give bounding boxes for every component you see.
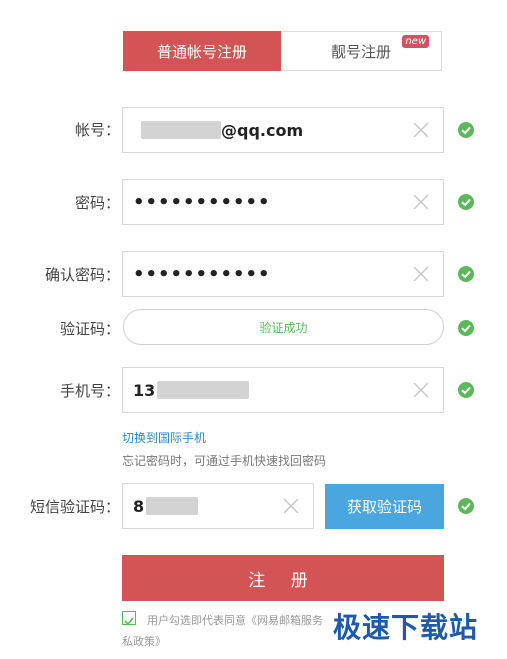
account-suffix: @qq.com [221,120,304,140]
phone-label: 手机号： [59,382,120,400]
tab-normal-account[interactable]: 普通帐号注册 [123,31,281,71]
register-button[interactable]: 注 册 [122,555,444,601]
phone-value: 13 [133,368,250,412]
watermark: 极速下载站 [333,611,479,644]
redacted-blur [157,381,250,399]
redacted-blur [141,121,221,139]
agreement-checkbox[interactable] [122,611,136,626]
account-field[interactable]: @qq.com [122,107,444,153]
sms-code-prefix: 8 [133,496,145,516]
clear-icon[interactable] [411,192,431,212]
check-icon [458,320,474,336]
clear-icon[interactable] [411,380,431,400]
password-field[interactable]: ••••••••••• [122,179,444,225]
sms-code-value: 8 [133,484,199,528]
phone-hint: 忘记密码时，可通过手机快速找回密码 [122,454,327,468]
account-value: @qq.com [133,108,303,152]
phone-field[interactable]: 13 [122,367,444,413]
check-icon [458,382,474,398]
switch-international-phone-link[interactable]: 切换到国际手机 [122,429,206,446]
password-label: 密码： [74,194,120,212]
check-icon [458,122,474,138]
clear-icon[interactable] [411,264,431,284]
clear-icon[interactable] [411,120,431,140]
confirm-password-value: ••••••••••• [133,263,271,285]
captcha-slider[interactable]: 验证成功 [123,309,444,345]
captcha-label: 验证码： [59,320,120,338]
confirm-password-label: 确认密码： [44,266,120,284]
tab-vip-account-label: 靓号注册 [330,42,391,61]
password-value: ••••••••••• [133,191,271,213]
tab-vip-account[interactable]: 靓号注册 new [281,31,442,71]
clear-icon[interactable] [281,496,301,516]
captcha-status: 验证成功 [259,320,308,335]
check-icon [458,498,474,514]
redacted-blur [146,497,199,515]
get-verification-code-button[interactable]: 获取验证码 [325,484,444,529]
sms-code-label: 短信验证码： [29,498,120,516]
check-icon [458,194,474,210]
check-icon [458,266,474,282]
new-badge: new [402,35,429,48]
account-label: 帐号： [74,121,120,139]
phone-prefix: 13 [133,380,156,400]
agreement-text: 用户勾选即代表同意《网易邮箱服务 [147,614,323,627]
agreement-text-continued: 私政策》 [122,635,166,648]
sms-code-field[interactable]: 8 [122,483,314,529]
confirm-password-field[interactable]: ••••••••••• [122,251,444,297]
checkmark-icon [124,617,134,626]
